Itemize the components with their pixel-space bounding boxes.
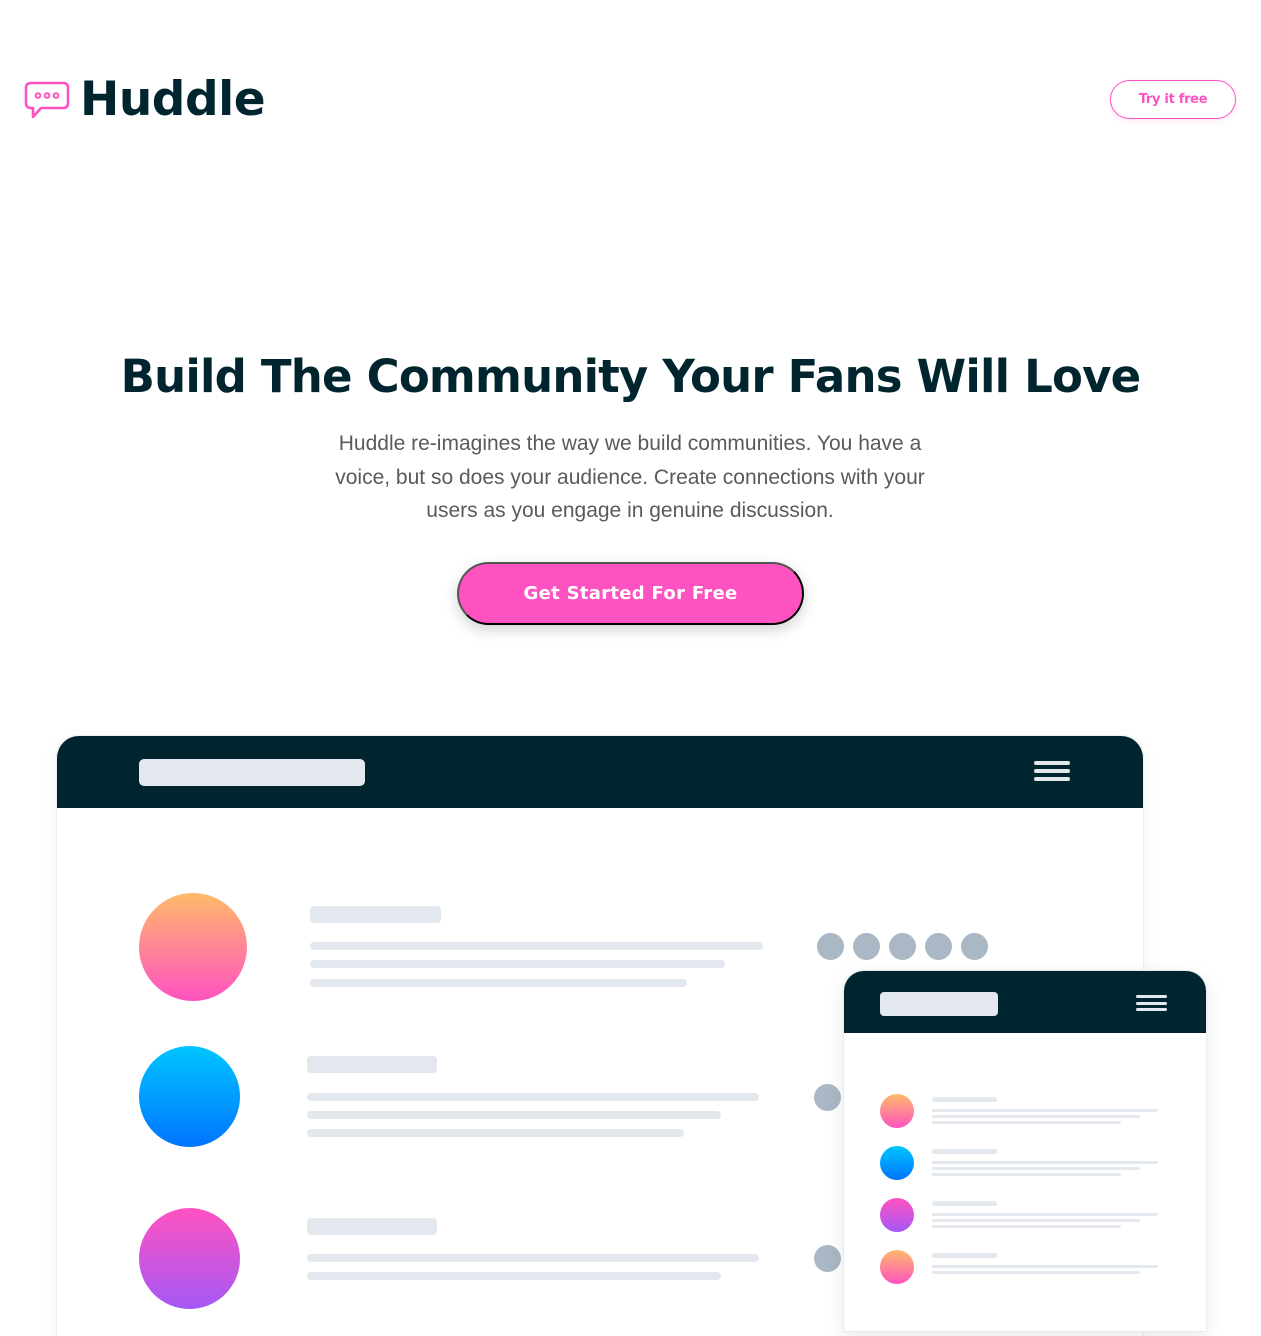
placeholder-dot	[925, 933, 952, 960]
placeholder-line	[932, 1109, 1158, 1112]
placeholder-dot	[814, 1245, 841, 1272]
avatar	[139, 1208, 240, 1309]
placeholder-dot	[889, 933, 916, 960]
avatar	[880, 1198, 914, 1232]
huddle-logo[interactable]: Huddle	[24, 72, 266, 127]
try-it-free-button[interactable]: Try it free	[1110, 80, 1236, 119]
placeholder-dot	[853, 933, 880, 960]
chat-bubble-icon	[24, 81, 70, 118]
placeholder-line	[932, 1219, 1140, 1222]
placeholder-heading	[932, 1201, 997, 1206]
mobile-mockup-illustration	[844, 971, 1206, 1331]
logo-wordmark: Huddle	[80, 72, 266, 127]
desktop-mockup-search-bar	[139, 759, 365, 786]
placeholder-heading	[932, 1097, 997, 1102]
placeholder-line	[932, 1265, 1158, 1268]
avatar	[880, 1146, 914, 1180]
placeholder-heading	[932, 1149, 997, 1154]
desktop-mockup-navbar	[57, 736, 1143, 808]
placeholder-line	[310, 942, 763, 950]
mobile-mockup-navbar	[844, 971, 1206, 1033]
hamburger-menu-icon	[1034, 760, 1070, 784]
placeholder-heading	[307, 1218, 437, 1235]
placeholder-line	[932, 1213, 1158, 1216]
placeholder-line	[932, 1121, 1121, 1124]
avatar	[139, 893, 247, 1001]
hamburger-menu-icon	[1136, 995, 1167, 1013]
placeholder-dot	[961, 933, 988, 960]
placeholder-line	[307, 1093, 759, 1101]
hero-title: Build The Community Your Fans Will Love	[120, 350, 1142, 403]
mobile-mockup-search-bar	[880, 992, 998, 1016]
placeholder-heading	[310, 906, 441, 923]
placeholder-line	[932, 1115, 1140, 1118]
placeholder-heading	[932, 1253, 997, 1258]
placeholder-line	[307, 1254, 759, 1262]
avatar	[880, 1094, 914, 1128]
site-header: Huddle Try it free	[0, 0, 1261, 200]
avatar	[139, 1046, 240, 1147]
placeholder-line	[307, 1129, 684, 1137]
placeholder-line	[310, 979, 687, 987]
placeholder-line	[932, 1225, 1121, 1228]
placeholder-line	[310, 960, 725, 968]
placeholder-line	[307, 1272, 721, 1280]
placeholder-dot	[817, 933, 844, 960]
hero-description: Huddle re-imagines the way we build comm…	[335, 432, 925, 522]
placeholder-line	[932, 1167, 1140, 1170]
placeholder-dot	[814, 1084, 841, 1111]
get-started-button[interactable]: Get Started For Free	[457, 562, 804, 625]
placeholder-heading	[307, 1056, 437, 1073]
placeholder-line	[932, 1173, 1121, 1176]
placeholder-line	[307, 1111, 721, 1119]
placeholder-line	[932, 1161, 1158, 1164]
placeholder-line	[932, 1271, 1140, 1274]
avatar	[880, 1250, 914, 1284]
